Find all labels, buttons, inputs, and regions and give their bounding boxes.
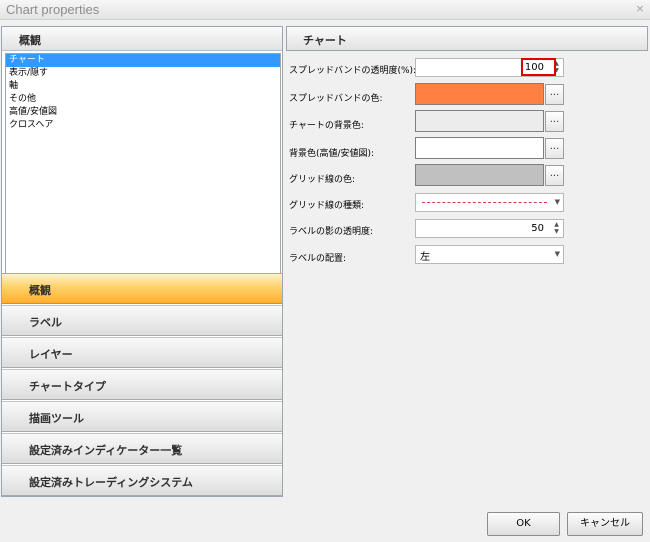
nav-drawing-tools[interactable]: 描画ツール	[2, 401, 282, 432]
nav-label[interactable]: ラベル	[2, 305, 282, 336]
right-panel-title: チャート	[303, 34, 347, 47]
nav-chart-type-label: チャートタイプ	[29, 380, 106, 393]
nav-drawing-tools-label: 描画ツール	[29, 412, 84, 425]
left-panel: 概観 チャート 表示/隠す 軸 その他 高値/安値図 クロスヘア 概観 ラベル …	[1, 26, 283, 497]
background-color-hilo-swatch[interactable]	[415, 137, 544, 159]
grid-line-type-dropdown[interactable]: ▼	[415, 193, 564, 212]
spin-arrows-icon[interactable]: ▲ ▼	[552, 221, 561, 236]
label-shadow-transparency-input[interactable]: 50 ▲ ▼	[415, 219, 564, 238]
spread-band-color-browse-button[interactable]: ...	[545, 84, 564, 105]
highlight-box	[521, 58, 556, 76]
list-item-other[interactable]: その他	[6, 93, 280, 106]
list-item-crosshair[interactable]: クロスヘア	[6, 119, 280, 132]
right-panel-header: チャート	[286, 26, 648, 51]
chevron-down-icon[interactable]: ▼	[555, 195, 560, 210]
cancel-button[interactable]: キャンセル	[567, 512, 643, 536]
label-shadow-transparency-label: ラベルの影の透明度:	[289, 227, 374, 237]
nav-layer-label: レイヤー	[29, 348, 73, 361]
category-list[interactable]: チャート 表示/隠す 軸 その他 高値/安値図 クロスヘア	[5, 53, 281, 297]
background-color-hilo-label: 背景色(高値/安値図):	[289, 149, 375, 159]
list-item-axis[interactable]: 軸	[6, 80, 280, 93]
spread-band-transparency-label: スプレッドバンドの透明度(%):	[289, 66, 417, 76]
grid-line-color-browse-button[interactable]: ...	[545, 165, 564, 186]
nav-overview-label: 概観	[29, 284, 51, 297]
chart-background-color-label: チャートの背景色:	[289, 121, 364, 131]
nav-label-label: ラベル	[29, 316, 62, 329]
left-panel-title: 概観	[19, 34, 41, 47]
window-title: Chart properties	[6, 2, 100, 17]
list-item-high-low[interactable]: 高値/安値図	[6, 106, 280, 119]
nav-indicators-label: 設定済みインディケーター一覧	[29, 444, 183, 457]
grid-line-color-label: グリッド線の色:	[289, 175, 356, 185]
nav-trading-systems-label: 設定済みトレーディングシステム	[29, 476, 193, 489]
chart-background-color-browse-button[interactable]: ...	[545, 111, 564, 132]
list-item-chart[interactable]: チャート	[6, 54, 280, 67]
close-icon[interactable]: ×	[634, 2, 646, 16]
title-bar: Chart properties ×	[0, 0, 650, 20]
dashed-line-preview	[422, 202, 547, 203]
nav-trading-systems[interactable]: 設定済みトレーディングシステム	[2, 465, 282, 496]
nav-layer[interactable]: レイヤー	[2, 337, 282, 368]
grid-line-color-swatch[interactable]	[415, 164, 544, 186]
label-shadow-transparency-value: 50	[531, 223, 544, 234]
label-placement-value: 左	[420, 252, 430, 263]
label-placement-dropdown[interactable]: 左 ▼	[415, 245, 564, 264]
label-placement-label: ラベルの配置:	[289, 254, 347, 264]
left-panel-header: 概観	[2, 27, 282, 51]
spread-band-color-swatch[interactable]	[415, 83, 544, 105]
chevron-down-icon[interactable]: ▼	[555, 247, 560, 262]
nav-chart-type[interactable]: チャートタイプ	[2, 369, 282, 400]
background-color-hilo-browse-button[interactable]: ...	[545, 138, 564, 159]
spread-band-color-label: スプレッドバンドの色:	[289, 94, 383, 104]
ok-button[interactable]: OK	[487, 512, 560, 536]
nav-overview[interactable]: 概観	[2, 273, 282, 304]
chart-background-color-swatch[interactable]	[415, 110, 544, 132]
nav-indicators[interactable]: 設定済みインディケーター一覧	[2, 433, 282, 464]
list-item-show-hide[interactable]: 表示/隠す	[6, 67, 280, 80]
grid-line-type-label: グリッド線の種類:	[289, 201, 365, 211]
